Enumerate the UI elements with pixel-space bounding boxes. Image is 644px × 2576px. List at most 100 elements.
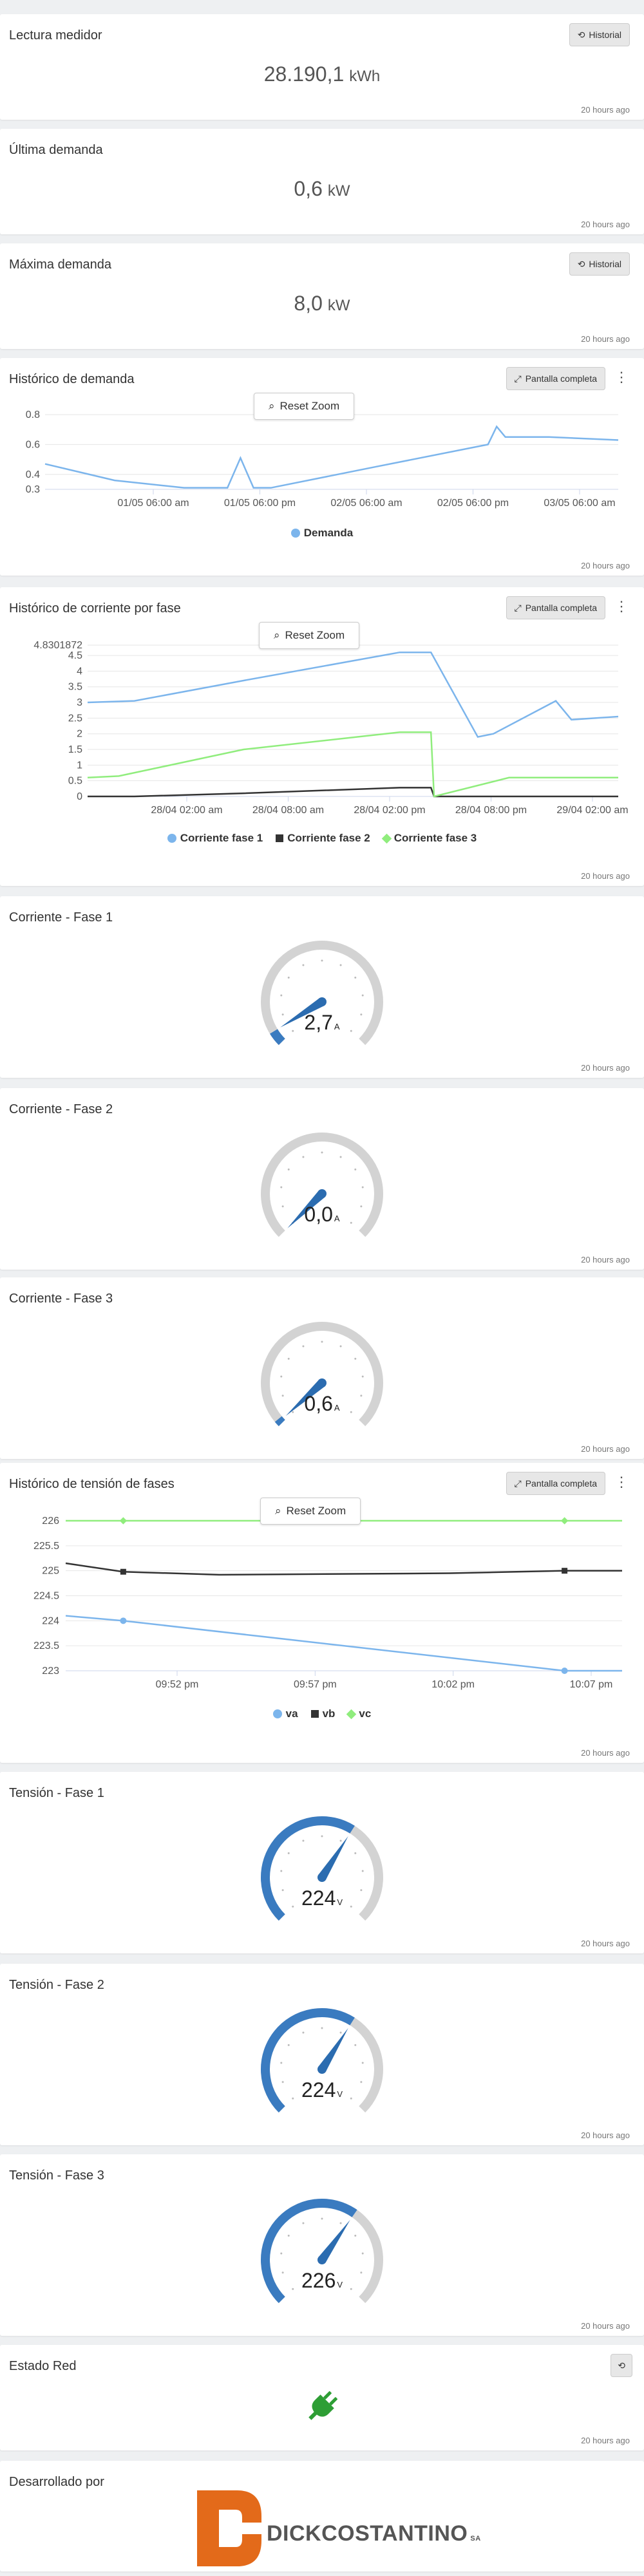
gauge-tick (287, 1357, 290, 1360)
voltage-gauge (261, 2008, 383, 2113)
estado-red-card: Estado Red ⟲ 20 hours ago (0, 2345, 644, 2450)
updated-stamp: 20 hours ago (581, 1939, 630, 1948)
gauge-tick (280, 1186, 283, 1189)
card-title: Tensión - Fase 2 (9, 1978, 104, 1992)
y-tick-label: 0.3 (26, 484, 40, 495)
series-line (65, 1615, 622, 1672)
series-line (87, 651, 619, 738)
gauge-hub (317, 997, 327, 1006)
updated-stamp: 20 hours ago (581, 2436, 630, 2445)
card-title: Estado Red (9, 2359, 77, 2373)
historial-button[interactable]: ⟲ Historial (569, 23, 630, 46)
card-title: Desarrollado por (9, 2475, 104, 2489)
plug-icon (308, 2391, 338, 2420)
gauge-tick (354, 2234, 357, 2237)
y-tick-label: 0.8 (26, 409, 40, 420)
gauge-hub (317, 1189, 327, 1198)
historico-tension-card: Histórico de tensión de fases ⤢ Pantalla … (0, 1463, 644, 1763)
gauge-value: 2,7 A (304, 1011, 340, 1034)
series-line (87, 731, 618, 798)
y-tick-label: 225.5 (33, 1541, 59, 1552)
card-title: Tensión - Fase 1 (9, 1786, 104, 1800)
updated-stamp: 20 hours ago (581, 1255, 630, 1264)
lectura-card: Lectura medidor ⟲ Historial 28.190,1 kWh 2… (0, 14, 644, 120)
card-title: Tensión - Fase 3 (9, 2168, 104, 2183)
x-tick-label: 28/04 02:00 pm (354, 805, 425, 816)
y-tick-label: 1 (77, 760, 82, 771)
legend-item[interactable]: vc (346, 1707, 371, 1720)
card-title: Corriente - Fase 2 (9, 1102, 113, 1116)
gauge-tick (321, 2027, 323, 2029)
y-tick-label: 0 (77, 791, 82, 802)
updated-stamp: 20 hours ago (581, 105, 630, 115)
gauge-tick (287, 2044, 290, 2046)
series-line (65, 1562, 622, 1576)
x-tick-label: 02/05 06:00 am (330, 498, 402, 509)
y-tick-label: 0.5 (68, 776, 82, 787)
gauge-tick (354, 1852, 357, 1854)
gauge-tick (302, 1345, 305, 1348)
gauge-tick (302, 1156, 305, 1158)
y-tick-label: 224.5 (33, 1591, 59, 1602)
current-gauge (261, 1133, 383, 1237)
legend-item[interactable]: Corriente fase 3 (381, 832, 477, 845)
brand-name: DICKCOSTANTINO SA (267, 2521, 481, 2546)
current-gauge (261, 941, 383, 1046)
card-title: Última demanda (9, 143, 103, 157)
gauge-tick (280, 2062, 283, 2064)
gauge-tick (339, 964, 342, 966)
x-tick-label: 01/05 06:00 pm (224, 498, 296, 509)
y-tick-label: 4.5 (68, 650, 82, 661)
y-tick-label: 225 (42, 1566, 59, 1577)
legend-item[interactable]: Corriente fase 1 (167, 832, 263, 845)
chart-legend: Demanda (0, 527, 644, 540)
y-tick-label: 1.5 (68, 744, 82, 755)
legend-item[interactable]: Demanda (290, 527, 353, 540)
legend-item[interactable]: vb (310, 1707, 335, 1720)
corriente-fase1-card: Corriente - Fase 1 2,7 A 20 hours ago (0, 896, 644, 1078)
y-tick-label: 4 (77, 666, 82, 677)
gauge-tick (321, 2217, 323, 2220)
reset-zoom-button[interactable]: ⌕ Reset Zoom (259, 622, 360, 649)
gauge-value: 226 V (301, 2269, 343, 2292)
reset-zoom-button[interactable]: ⌕ Reset Zoom (260, 1498, 361, 1525)
legend-item[interactable]: va (272, 1707, 298, 1720)
historial-button[interactable]: ⟲ (611, 2354, 632, 2377)
tension-fase3-card: Tensión - Fase 3 226 V 20 hours ago (0, 2154, 644, 2336)
data-point (120, 1617, 127, 1624)
gauge-tick (302, 964, 305, 966)
gauge-value: 0,0 A (304, 1203, 340, 1226)
historial-button[interactable]: ⟲ Historial (569, 252, 630, 276)
reset-zoom-button[interactable]: ⌕ Reset Zoom (254, 393, 355, 420)
developer-card: Desarrollado por DICKCOSTANTINO SA (0, 2461, 644, 2571)
brand-logo (197, 2490, 261, 2566)
y-tick-label: 2.5 (68, 713, 82, 724)
y-tick-label: 0.4 (26, 469, 40, 480)
gauge-tick (280, 994, 283, 997)
updated-stamp: 20 hours ago (581, 1444, 630, 1454)
gauge-hub (317, 1378, 327, 1387)
gauge-tick (354, 2044, 357, 2046)
gauge-tick (361, 994, 364, 997)
y-tick-label: 224 (42, 1615, 59, 1626)
gauge-hub (317, 1873, 327, 1882)
gauge-tick (287, 1852, 290, 1854)
data-point (562, 1568, 568, 1574)
y-tick-label: 223.5 (33, 1641, 59, 1651)
legend-item[interactable]: Corriente fase 2 (276, 832, 370, 845)
y-tick-label: 0.6 (26, 439, 40, 450)
y-tick-label: 3.5 (68, 682, 82, 693)
history-icon: ⟲ (577, 258, 585, 269)
gauge-tick (339, 2222, 342, 2224)
card-title: Máxima demanda (9, 258, 111, 272)
gauge-hub (317, 2255, 327, 2264)
current-gauge (261, 1322, 383, 1427)
corriente-fase2-card: Corriente - Fase 2 0,0 A 20 hours ago (0, 1088, 644, 1270)
updated-stamp: 20 hours ago (581, 871, 630, 881)
gauge-value: 224 V (301, 1886, 343, 1910)
gauge-tick (361, 2062, 364, 2064)
history-icon: ⟲ (577, 29, 585, 40)
gauge-tick (354, 1357, 357, 1360)
gauge-tick (339, 2031, 342, 2034)
search-icon: ⌕ (274, 629, 280, 641)
